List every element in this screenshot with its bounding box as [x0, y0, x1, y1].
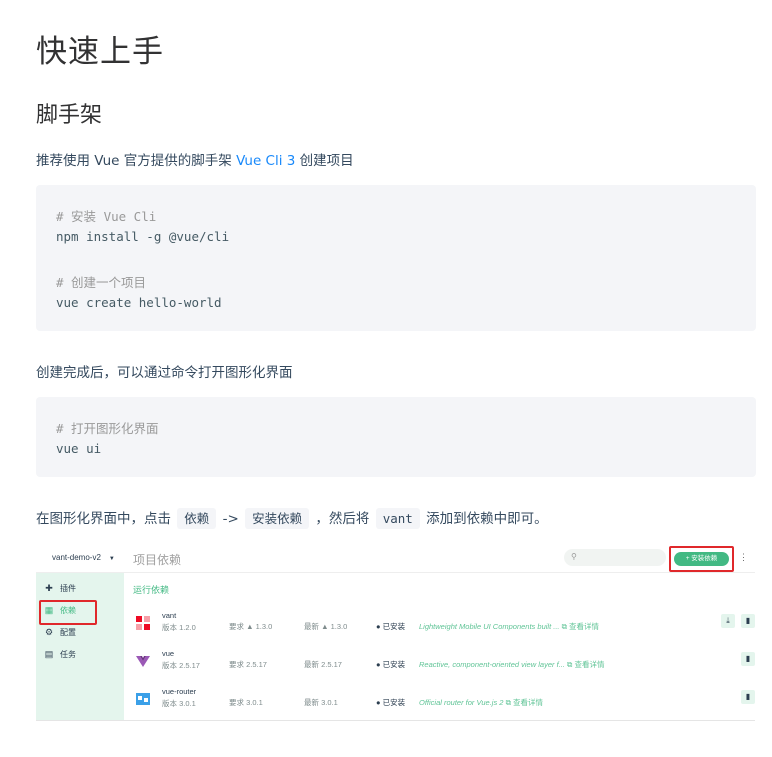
task-icon: ▤ [44, 649, 54, 659]
dependency-version: 版本 2.5.17 [162, 661, 200, 670]
code-line: npm install -g @vue/cli [56, 229, 230, 244]
nav-item-tasks[interactable]: ▤ 任务 [44, 647, 76, 661]
check-circle-icon: ● [376, 660, 381, 669]
screenshot-page-title: 项目依赖 [133, 553, 182, 567]
nav-item-plugins[interactable]: ✚ 插件 [44, 581, 76, 595]
installed-status: ● 已安装 [376, 660, 406, 669]
vue-ui-screenshot: vant-demo-v2 ▼ 项目依赖 ⚲ + 安装依赖 ⋮ ✚ 插件 ▦ 依赖 ⚙ 配… [36, 544, 755, 721]
inline-code-vant: vant [375, 508, 420, 529]
details-link[interactable]: 查看详情 [574, 660, 604, 669]
dependency-row: vue 版本 2.5.17 要求 2.5.17 最新 2.5.17 ● 已安装 … [124, 646, 755, 682]
vue-cli-link[interactable]: Vue Cli 3 [236, 153, 295, 169]
install-dependency-button[interactable]: + 安装依赖 [674, 552, 729, 566]
code-comment: # 创建一个项目 [56, 275, 147, 290]
download-icon[interactable]: ⤓ [721, 614, 735, 628]
inline-code-install: 安装依赖 [245, 508, 310, 529]
caret-down-icon: ▼ [108, 556, 115, 562]
dependency-required: 要求 2.5.17 [229, 660, 267, 669]
dependency-version: 版本 3.0.1 [162, 699, 196, 708]
dependency-latest: 最新 3.0.1 [304, 698, 338, 707]
code-block-ui: # 打开图形化界面 vue ui [36, 397, 756, 477]
search-icon: ⚲ [571, 552, 577, 561]
settings-icon: ⚙ [44, 627, 54, 637]
dependency-description: Lightweight Mobile UI Components built .… [419, 622, 600, 631]
page-title: 快速上手 [36, 34, 164, 70]
check-circle-icon: ● [376, 622, 381, 631]
details-link[interactable]: 查看详情 [569, 622, 599, 631]
vue-router-logo-icon [136, 693, 150, 705]
dependency-required: 要求 ▲ 1.3.0 [229, 622, 273, 631]
project-selector[interactable]: vant-demo-v2 ▼ [52, 553, 115, 562]
code-comment: # 打开图形化界面 [56, 421, 159, 436]
dependency-name: vue [162, 649, 175, 658]
external-link-icon: ⧉ [505, 698, 511, 707]
dependency-description: Official router for Vue.js 2 ⧉ 查看详情 [419, 698, 544, 707]
dependency-latest: 最新 ▲ 1.3.0 [304, 622, 348, 631]
instructions-paragraph: 在图形化界面中，点击 依赖 -> 安装依赖 ，然后将 vant 添加到依赖中即可… [36, 507, 548, 529]
puzzle-icon: ✚ [45, 583, 53, 593]
section-label: 运行依赖 [133, 585, 170, 595]
dependency-required: 要求 3.0.1 [229, 698, 263, 707]
screenshot-main: 运行依赖 vant 版本 1.2.0 要求 ▲ 1.3.0 最新 ▲ 1.3.0… [124, 573, 755, 721]
delete-icon[interactable]: ▮ [741, 652, 755, 666]
dependency-name: vue-router [162, 687, 197, 696]
screenshot-sidebar: ✚ 插件 ▦ 依赖 ⚙ 配置 ▤ 任务 [36, 573, 124, 721]
dependency-description: Reactive, component-oriented view layer … [419, 660, 605, 669]
check-circle-icon: ● [376, 698, 381, 707]
search-input[interactable]: ⚲ [564, 549, 666, 566]
external-link-icon: ⧉ [567, 660, 573, 669]
vue-logo-icon [136, 656, 150, 667]
after-create-paragraph: 创建完成后，可以通过命令打开图形化界面 [36, 365, 293, 381]
vant-logo-icon [136, 616, 150, 630]
dependency-name: vant [162, 611, 177, 620]
inline-code-deps: 依赖 [177, 508, 217, 529]
delete-icon[interactable]: ▮ [741, 690, 755, 704]
screenshot-topbar: vant-demo-v2 ▼ 项目依赖 ⚲ + 安装依赖 ⋮ [36, 544, 755, 573]
nav-item-config[interactable]: ⚙ 配置 [44, 625, 76, 639]
installed-status: ● 已安装 [376, 698, 406, 707]
section-heading: 脚手架 [36, 103, 103, 128]
highlight-box [39, 600, 97, 625]
highlight-box: + 安装依赖 [669, 546, 734, 572]
delete-icon[interactable]: ▮ [741, 614, 755, 628]
dependency-version: 版本 1.2.0 [162, 623, 196, 632]
divider [36, 720, 755, 721]
code-line: vue create hello-world [56, 295, 222, 310]
intro-paragraph: 推荐使用 Vue 官方提供的脚手架 Vue Cli 3 创建项目 [36, 153, 354, 169]
dependency-row: vue-router 版本 3.0.1 要求 3.0.1 最新 3.0.1 ● … [124, 684, 755, 720]
code-line: vue ui [56, 441, 102, 456]
code-block-install: # 安装 Vue Cli npm install -g @vue/cli # 创… [36, 185, 756, 331]
installed-status: ● 已安装 [376, 622, 406, 631]
details-link[interactable]: 查看详情 [513, 698, 543, 707]
external-link-icon: ⧉ [561, 622, 567, 631]
dependency-latest: 最新 2.5.17 [304, 660, 342, 669]
code-comment: # 安装 Vue Cli [56, 209, 157, 224]
dependency-row: vant 版本 1.2.0 要求 ▲ 1.3.0 最新 ▲ 1.3.0 ● 已安… [124, 608, 755, 644]
more-icon[interactable]: ⋮ [739, 552, 748, 563]
